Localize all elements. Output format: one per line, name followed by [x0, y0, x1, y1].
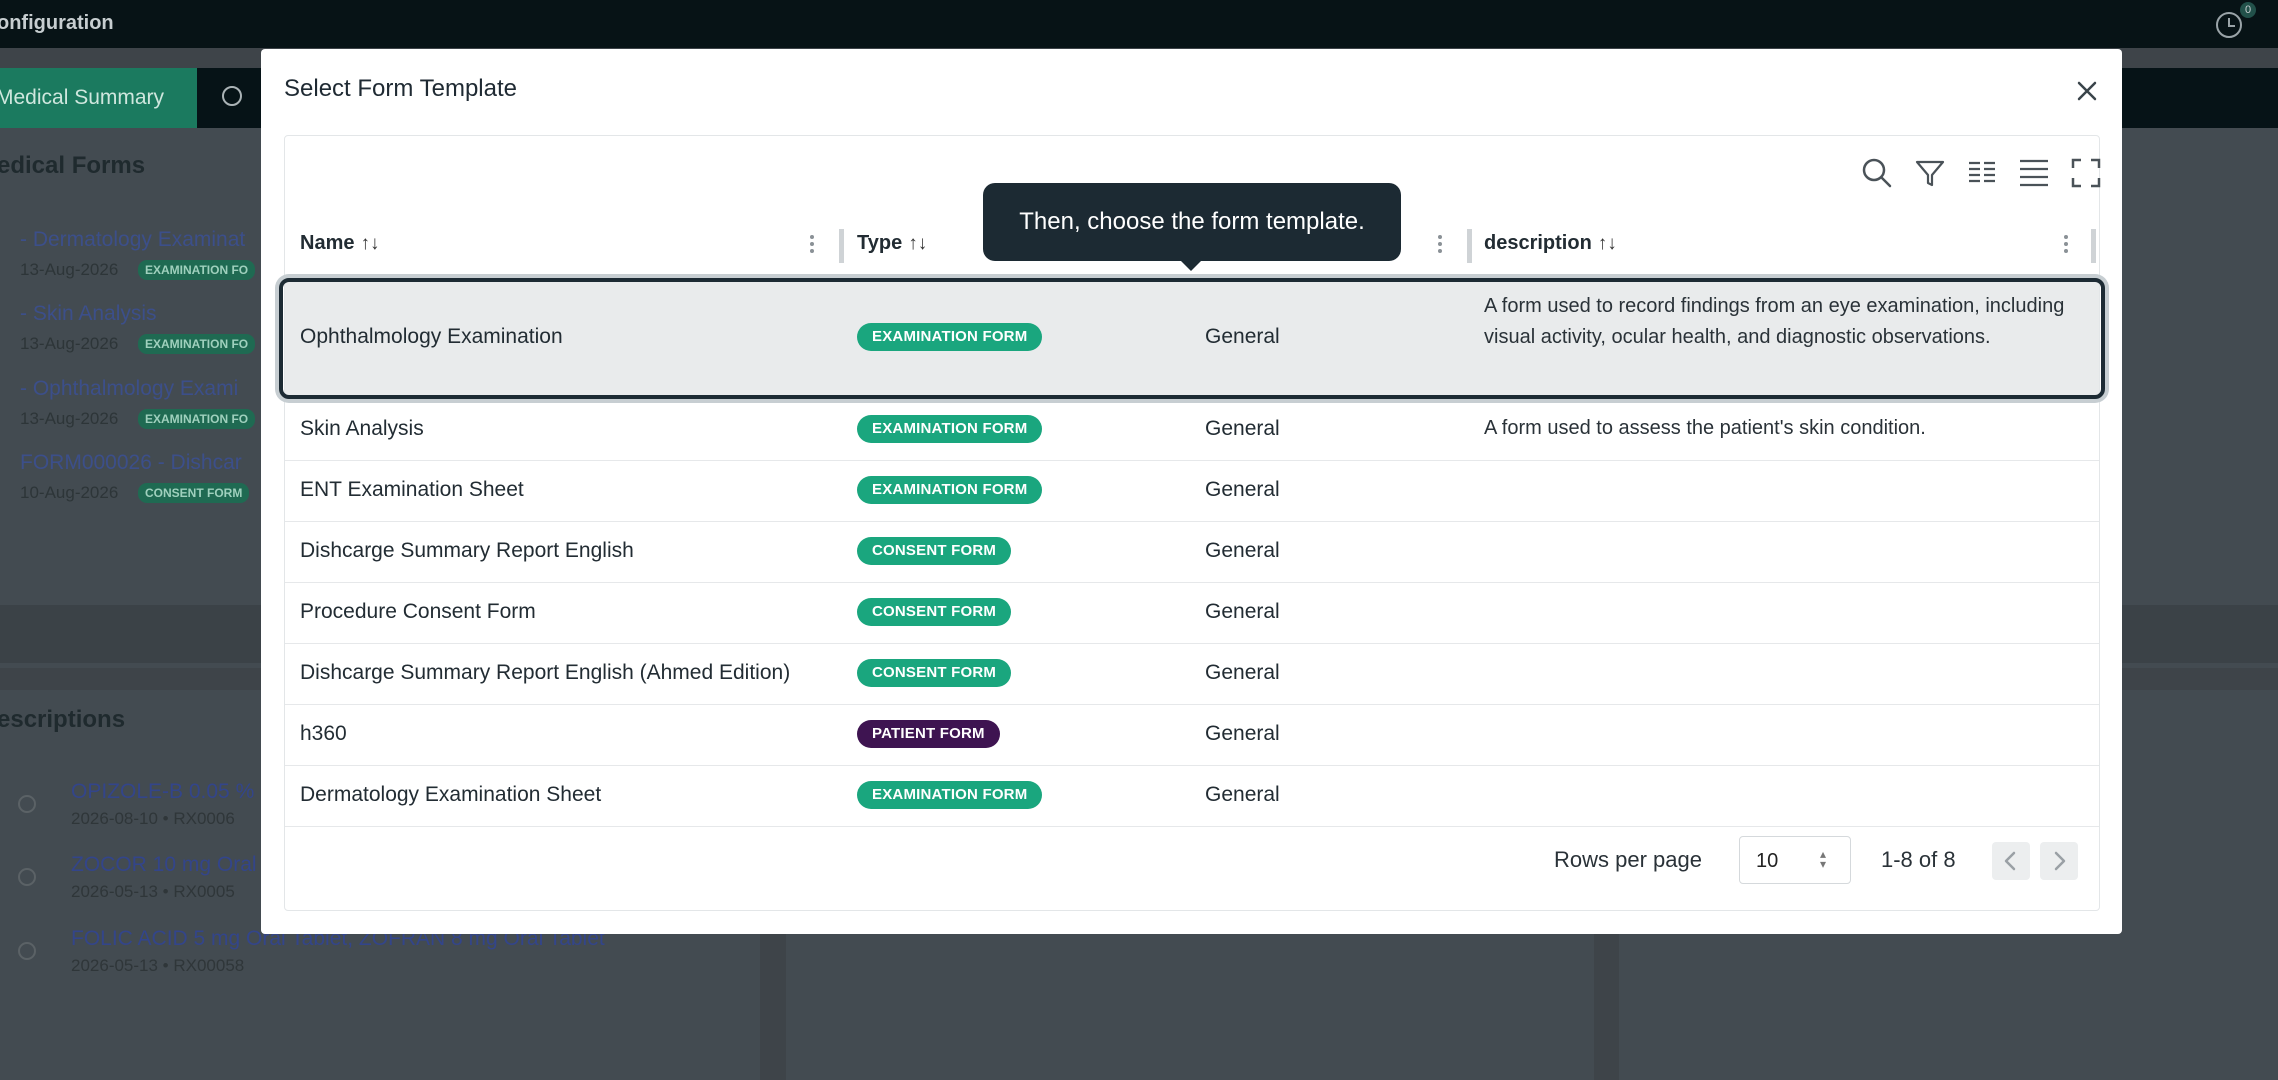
template-name: Dishcarge Summary Report English	[300, 539, 634, 562]
type-badge: CONSENT FORM	[857, 598, 1012, 626]
sort-icon[interactable]: ↑↓	[360, 233, 379, 254]
form-badge: EXAMINATION FO	[138, 409, 256, 429]
template-category: General	[1205, 722, 1280, 745]
template-category: General	[1205, 539, 1280, 562]
tab-medical-summary[interactable]: Medical Summary	[0, 68, 197, 128]
template-name: Dermatology Examination Sheet	[300, 783, 602, 806]
template-name: Ophthalmology Examination	[300, 325, 563, 348]
template-category: General	[1205, 600, 1280, 623]
type-badge: PATIENT FORM	[857, 720, 1000, 748]
template-description: A form used to assess the patient's skin…	[1484, 417, 1926, 439]
sort-icon[interactable]: ↑↓	[1598, 233, 1617, 254]
column-menu-icon[interactable]	[1437, 232, 1443, 258]
sort-icon[interactable]: ↑↓	[908, 233, 927, 254]
close-icon[interactable]	[2073, 77, 2101, 105]
column-menu-icon[interactable]	[2063, 232, 2069, 258]
columns-icon[interactable]	[1965, 156, 1999, 190]
type-badge: CONSENT FORM	[857, 659, 1012, 687]
template-description: A form used to record findings from an e…	[1484, 295, 2065, 348]
dialog-title: Select Form Template	[284, 75, 517, 102]
column-header-name-label: Name	[300, 232, 355, 254]
form-badge: EXAMINATION FO	[138, 334, 256, 354]
clock-icon[interactable]	[2216, 12, 2242, 38]
chevron-right-icon	[2054, 851, 2066, 871]
form-date: 13-Aug-2026	[20, 409, 119, 428]
column-resize-handle[interactable]	[839, 229, 844, 263]
prescriptions-title: escriptions	[0, 706, 126, 733]
table-row[interactable]: Procedure Consent Form CONSENT FORM Gene…	[285, 582, 2099, 644]
form-badge: CONSENT FORM	[138, 483, 250, 503]
prescription-radio[interactable]	[18, 942, 36, 960]
density-icon[interactable]	[2017, 156, 2051, 190]
table-row[interactable]: Dishcarge Summary Report English (Ahmed …	[285, 643, 2099, 705]
next-page-button[interactable]	[2040, 842, 2078, 880]
table-row[interactable]: Ophthalmology Examination EXAMINATION FO…	[285, 278, 2099, 400]
column-header-type-label: Type	[857, 232, 903, 254]
prescription-meta: 2026-08-10 • RX0006	[71, 809, 235, 828]
pagination-range: 1-8 of 8	[1881, 847, 1956, 872]
app-title: onfiguration	[0, 12, 114, 34]
form-link[interactable]: FORM000026 - Dishcar	[20, 451, 242, 475]
template-category: General	[1205, 478, 1280, 501]
form-date: 10-Aug-2026	[20, 483, 119, 502]
table-row[interactable]: Dermatology Examination Sheet EXAMINATIO…	[285, 765, 2099, 827]
form-link[interactable]: - Dermatology Examinat	[20, 228, 245, 252]
history-icon[interactable]	[222, 86, 242, 106]
fullscreen-icon[interactable]	[2069, 156, 2103, 190]
prescription-name[interactable]: OPIZOLE-B 0.05 %	[71, 780, 254, 804]
guide-tooltip: Then, choose the form template.	[983, 183, 1401, 271]
filter-icon[interactable]	[1913, 156, 1947, 190]
rows-per-page-select[interactable]: 10 ▴ ▾	[1739, 836, 1851, 884]
type-badge: EXAMINATION FORM	[857, 415, 1043, 443]
rows-per-page-label: Rows per page	[1554, 847, 1702, 872]
prescription-radio[interactable]	[18, 795, 36, 813]
form-link[interactable]: - Skin Analysis	[20, 302, 157, 326]
template-category: General	[1205, 661, 1280, 684]
template-category: General	[1205, 325, 1280, 348]
search-icon[interactable]	[1860, 156, 1894, 190]
template-category: General	[1205, 417, 1280, 440]
form-date: 13-Aug-2026	[20, 334, 119, 353]
type-badge: EXAMINATION FORM	[857, 476, 1043, 504]
template-name: Dishcarge Summary Report English (Ahmed …	[300, 661, 791, 684]
column-header-description-label: description	[1484, 232, 1592, 254]
type-badge: EXAMINATION FORM	[857, 323, 1043, 351]
form-badge: EXAMINATION FO	[138, 260, 256, 280]
prescription-name[interactable]: ZOCOR 10 mg Oral	[71, 853, 257, 877]
medical-forms-title: edical Forms	[0, 152, 146, 179]
prescription-meta: 2026-05-13 • RX00058	[71, 956, 245, 975]
template-name: Skin Analysis	[300, 417, 424, 440]
updown-chevron-icon: ▴ ▾	[1820, 847, 1827, 871]
select-form-template-dialog: Select Form Template Name ↑↓ Type ↑↓ des…	[261, 49, 2122, 934]
notification-count-badge: 0	[2240, 2, 2256, 18]
type-badge: EXAMINATION FORM	[857, 781, 1043, 809]
column-header-description[interactable]: description ↑↓	[1484, 232, 1617, 255]
type-badge: CONSENT FORM	[857, 537, 1012, 565]
template-name: ENT Examination Sheet	[300, 478, 524, 501]
table-row[interactable]: Skin Analysis EXAMINATION FORM General A…	[285, 399, 2099, 461]
column-header-type[interactable]: Type ↑↓	[857, 232, 927, 255]
column-resize-handle[interactable]	[1467, 229, 1472, 263]
column-resize-handle[interactable]	[2091, 229, 2096, 263]
table-row[interactable]: ENT Examination Sheet EXAMINATION FORM G…	[285, 460, 2099, 522]
template-category: General	[1205, 783, 1280, 806]
top-bar: onfiguration 0	[0, 0, 2278, 48]
template-name: h360	[300, 722, 347, 745]
table-row[interactable]: h360 PATIENT FORM General	[285, 704, 2099, 766]
template-name: Procedure Consent Form	[300, 600, 536, 623]
prescription-radio[interactable]	[18, 868, 36, 886]
form-link[interactable]: - Ophthalmology Exami	[20, 377, 238, 401]
form-date: 13-Aug-2026	[20, 260, 119, 279]
table-row[interactable]: Dishcarge Summary Report English CONSENT…	[285, 521, 2099, 583]
previous-page-button[interactable]	[1992, 842, 2030, 880]
column-header-name[interactable]: Name ↑↓	[300, 232, 379, 255]
prescription-meta: 2026-05-13 • RX0005	[71, 882, 235, 901]
chevron-left-icon	[2004, 851, 2016, 871]
column-menu-icon[interactable]	[809, 232, 815, 258]
rows-per-page-value: 10	[1756, 850, 1779, 872]
